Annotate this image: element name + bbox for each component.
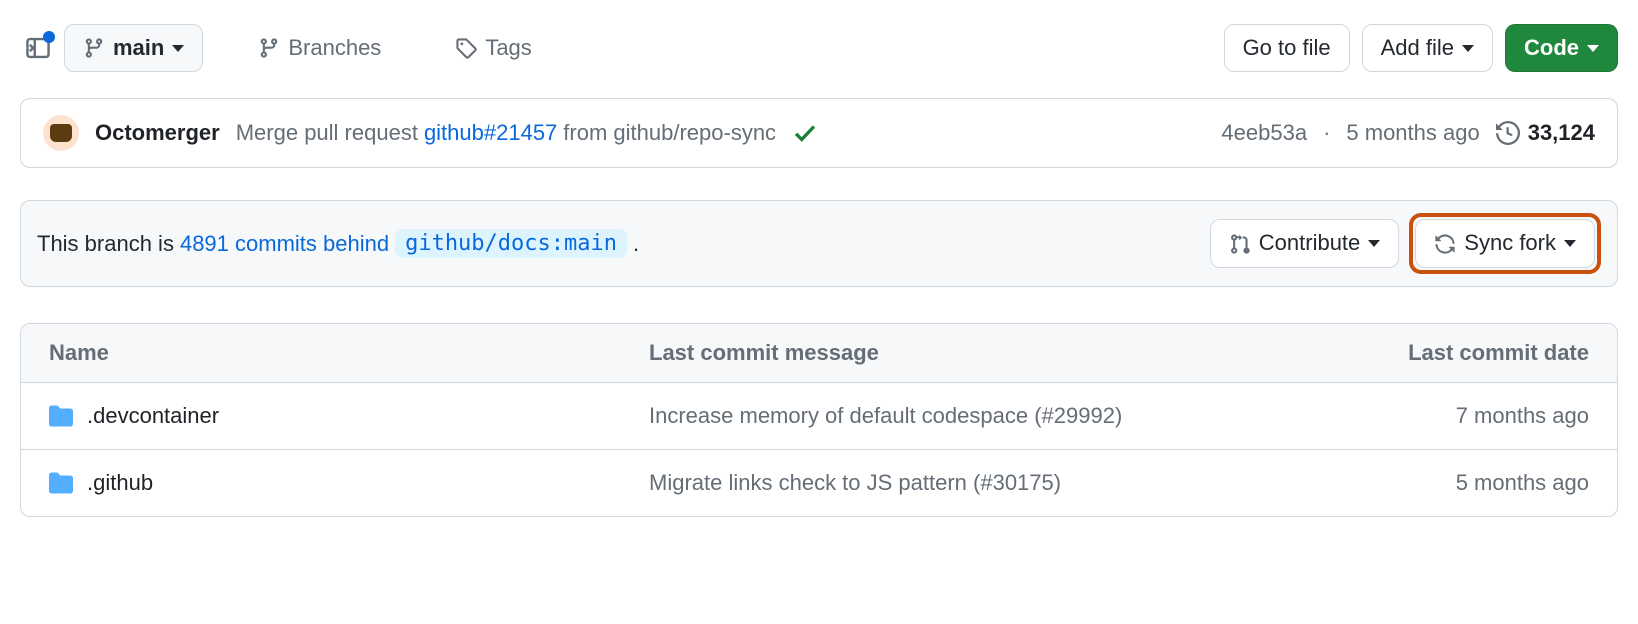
- file-name: .github: [87, 470, 153, 496]
- history-icon: [1496, 121, 1520, 145]
- sync-fork-button[interactable]: Sync fork: [1415, 219, 1595, 267]
- head-msg: Last commit message: [649, 340, 1349, 366]
- go-to-file-button[interactable]: Go to file: [1224, 24, 1350, 72]
- file-name: .devcontainer: [87, 403, 219, 429]
- commit-link[interactable]: github#21457: [424, 120, 557, 146]
- tags-button[interactable]: Tags: [436, 24, 550, 72]
- head-date: Last commit date: [1349, 340, 1589, 366]
- commit-msg-prefix: Merge pull request: [236, 120, 418, 146]
- branch-select-button[interactable]: main: [64, 24, 203, 72]
- git-pull-request-icon: [1229, 233, 1251, 255]
- branch-status-text: This branch is 4891 commits behind githu…: [37, 229, 639, 258]
- chevron-down-icon: [172, 45, 184, 52]
- git-branch-icon: [83, 37, 105, 59]
- add-file-label: Add file: [1381, 35, 1454, 61]
- check-icon[interactable]: [792, 120, 818, 146]
- sync-icon: [1434, 233, 1456, 255]
- file-commit-date: 7 months ago: [1349, 403, 1589, 429]
- commit-author[interactable]: Octomerger: [95, 120, 220, 146]
- tag-icon: [455, 37, 477, 59]
- commit-message[interactable]: Merge pull request github#21457 from git…: [236, 120, 776, 146]
- commits-count-button[interactable]: 33,124: [1496, 120, 1595, 146]
- file-commit-msg[interactable]: Migrate links check to JS pattern (#3017…: [649, 470, 1349, 496]
- branches-button[interactable]: Branches: [239, 24, 400, 72]
- go-to-file-label: Go to file: [1243, 35, 1331, 61]
- file-commit-msg[interactable]: Increase memory of default codespace (#2…: [649, 403, 1349, 429]
- status-period: .: [633, 231, 639, 257]
- avatar[interactable]: [43, 115, 79, 151]
- table-row[interactable]: .github Migrate links check to JS patter…: [21, 449, 1617, 516]
- add-file-button[interactable]: Add file: [1362, 24, 1493, 72]
- commits-behind-link[interactable]: 4891 commits behind: [180, 231, 389, 257]
- commit-msg-suffix: from github/repo-sync: [563, 120, 776, 146]
- branch-name: main: [113, 35, 164, 61]
- chevron-down-icon: [1587, 45, 1599, 52]
- side-panel-button[interactable]: [20, 30, 56, 66]
- chevron-down-icon: [1462, 45, 1474, 52]
- file-commit-date: 5 months ago: [1349, 470, 1589, 496]
- tags-label: Tags: [485, 35, 531, 61]
- sync-fork-highlight: Sync fork: [1409, 213, 1601, 273]
- commit-sha[interactable]: 4eeb53a: [1221, 120, 1307, 146]
- status-prefix: This branch is: [37, 231, 174, 257]
- chevron-down-icon: [1564, 240, 1576, 247]
- branch-status-box: This branch is 4891 commits behind githu…: [20, 200, 1618, 286]
- upstream-chip[interactable]: github/docs:main: [395, 229, 627, 258]
- branches-label: Branches: [288, 35, 381, 61]
- left-nav: main Branches Tags: [20, 24, 551, 72]
- right-nav: Go to file Add file Code: [1224, 24, 1618, 72]
- file-table: Name Last commit message Last commit dat…: [20, 323, 1618, 517]
- latest-commit-box: Octomerger Merge pull request github#214…: [20, 98, 1618, 168]
- sync-fork-label: Sync fork: [1464, 230, 1556, 256]
- folder-icon: [49, 404, 73, 428]
- folder-icon: [49, 471, 73, 495]
- contribute-button[interactable]: Contribute: [1210, 219, 1400, 267]
- notification-dot-icon: [43, 31, 55, 43]
- head-name: Name: [49, 340, 649, 366]
- table-row[interactable]: .devcontainer Increase memory of default…: [21, 382, 1617, 449]
- commit-time: 5 months ago: [1346, 120, 1479, 146]
- code-button[interactable]: Code: [1505, 24, 1618, 72]
- file-table-head: Name Last commit message Last commit dat…: [21, 324, 1617, 382]
- chevron-down-icon: [1368, 240, 1380, 247]
- git-branch-icon: [258, 37, 280, 59]
- code-label: Code: [1524, 35, 1579, 61]
- sha-separator: ·: [1323, 120, 1330, 146]
- commits-count-value: 33,124: [1528, 120, 1595, 146]
- top-bar: main Branches Tags Go to file Add file C…: [20, 24, 1618, 72]
- contribute-label: Contribute: [1259, 230, 1361, 256]
